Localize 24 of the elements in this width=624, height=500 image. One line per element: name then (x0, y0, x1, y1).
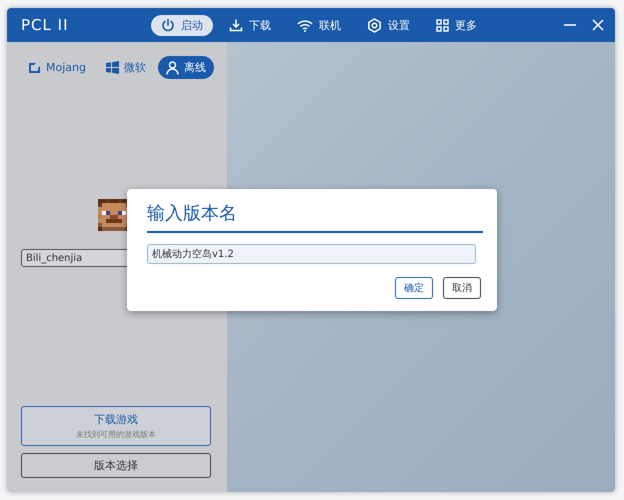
nav-tab[interactable]: 启动 (151, 14, 213, 36)
version-select-button[interactable]: 版本选择 (21, 453, 211, 478)
download-game-button[interactable]: 下载游戏 未找到可用的游戏版本 (21, 406, 211, 446)
nav-tab[interactable]: 更多 (426, 14, 487, 36)
power-icon (161, 18, 175, 32)
login-tab[interactable]: Mojang (20, 56, 94, 79)
download-icon (229, 18, 243, 32)
settings-icon (367, 18, 382, 32)
nav-tab[interactable]: 下载 (219, 14, 281, 36)
nav-tab[interactable]: 联机 (287, 14, 351, 36)
version-name-field[interactable]: 机械动力空岛v1.2 (147, 244, 476, 264)
wifi-icon (297, 18, 313, 32)
window-title: PCL II (21, 16, 70, 34)
mojang-icon (28, 61, 42, 74)
login-tab[interactable]: 离线 (158, 56, 214, 79)
grid-icon (436, 18, 449, 32)
confirm-button[interactable]: 确定 (395, 277, 433, 299)
close-icon[interactable] (591, 18, 605, 32)
login-tab[interactable]: 微软 (98, 56, 154, 79)
cancel-button[interactable]: 取消 (443, 277, 481, 299)
windows-icon (106, 61, 119, 74)
nav-tab[interactable]: 设置 (357, 14, 420, 36)
person-icon (166, 60, 179, 74)
dialog-title: 输入版本名 (147, 201, 483, 233)
